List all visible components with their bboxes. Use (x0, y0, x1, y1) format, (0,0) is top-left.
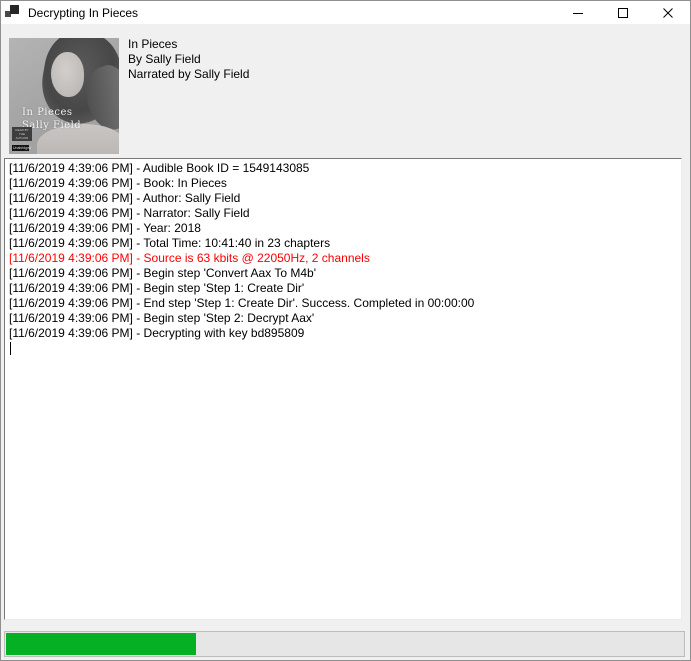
titlebar[interactable]: Decrypting In Pieces (1, 1, 690, 24)
close-button[interactable] (645, 1, 690, 24)
log-textbox[interactable]: [11/6/2019 4:39:06 PM] - Audible Book ID… (4, 158, 682, 620)
maximize-button[interactable] (600, 1, 645, 24)
log-line: [11/6/2019 4:39:06 PM] - Audible Book ID… (9, 161, 677, 176)
cover-badge-read-by: READ BY THE AUTHOR (12, 127, 32, 141)
cover-title: In Pieces (22, 106, 81, 119)
log-lines: [11/6/2019 4:39:06 PM] - Audible Book ID… (9, 161, 677, 341)
cover-badge-unabridged: Unabridged (12, 145, 29, 151)
log-line: [11/6/2019 4:39:06 PM] - Total Time: 10:… (9, 236, 677, 251)
log-line: [11/6/2019 4:39:06 PM] - Source is 63 kb… (9, 251, 677, 266)
log-line: [11/6/2019 4:39:06 PM] - Narrator: Sally… (9, 206, 677, 221)
text-caret (10, 342, 11, 355)
log-line: [11/6/2019 4:39:06 PM] - Year: 2018 (9, 221, 677, 236)
minimize-button[interactable] (555, 1, 600, 24)
window-title: Decrypting In Pieces (28, 6, 138, 20)
log-line: [11/6/2019 4:39:06 PM] - Begin step 'Con… (9, 266, 677, 281)
cover-photo-face (51, 52, 84, 97)
progress-bar-fill (6, 633, 196, 655)
window-controls (555, 1, 690, 24)
book-title: In Pieces (128, 37, 249, 52)
log-line: [11/6/2019 4:39:06 PM] - Begin step 'Ste… (9, 281, 677, 296)
app-window: Decrypting In Pieces (0, 0, 691, 661)
log-line: [11/6/2019 4:39:06 PM] - Author: Sally F… (9, 191, 677, 206)
log-line: [11/6/2019 4:39:06 PM] - Begin step 'Ste… (9, 311, 677, 326)
book-cover: In Pieces Sally Field READ BY THE AUTHOR… (9, 38, 119, 154)
log-line: [11/6/2019 4:39:06 PM] - Decrypting with… (9, 326, 677, 341)
minimize-icon (573, 8, 583, 18)
book-author: By Sally Field (128, 52, 249, 67)
log-line: [11/6/2019 4:39:06 PM] - End step 'Step … (9, 296, 677, 311)
book-info: In Pieces By Sally Field Narrated by Sal… (128, 37, 249, 82)
close-icon (663, 8, 673, 18)
progress-bar (4, 631, 685, 657)
book-narrator: Narrated by Sally Field (128, 67, 249, 82)
log-line: [11/6/2019 4:39:06 PM] - Book: In Pieces (9, 176, 677, 191)
maximize-icon (618, 8, 628, 18)
app-icon (5, 5, 21, 21)
app-icon-square-big (10, 5, 19, 14)
client-area: In Pieces Sally Field READ BY THE AUTHOR… (1, 24, 690, 660)
